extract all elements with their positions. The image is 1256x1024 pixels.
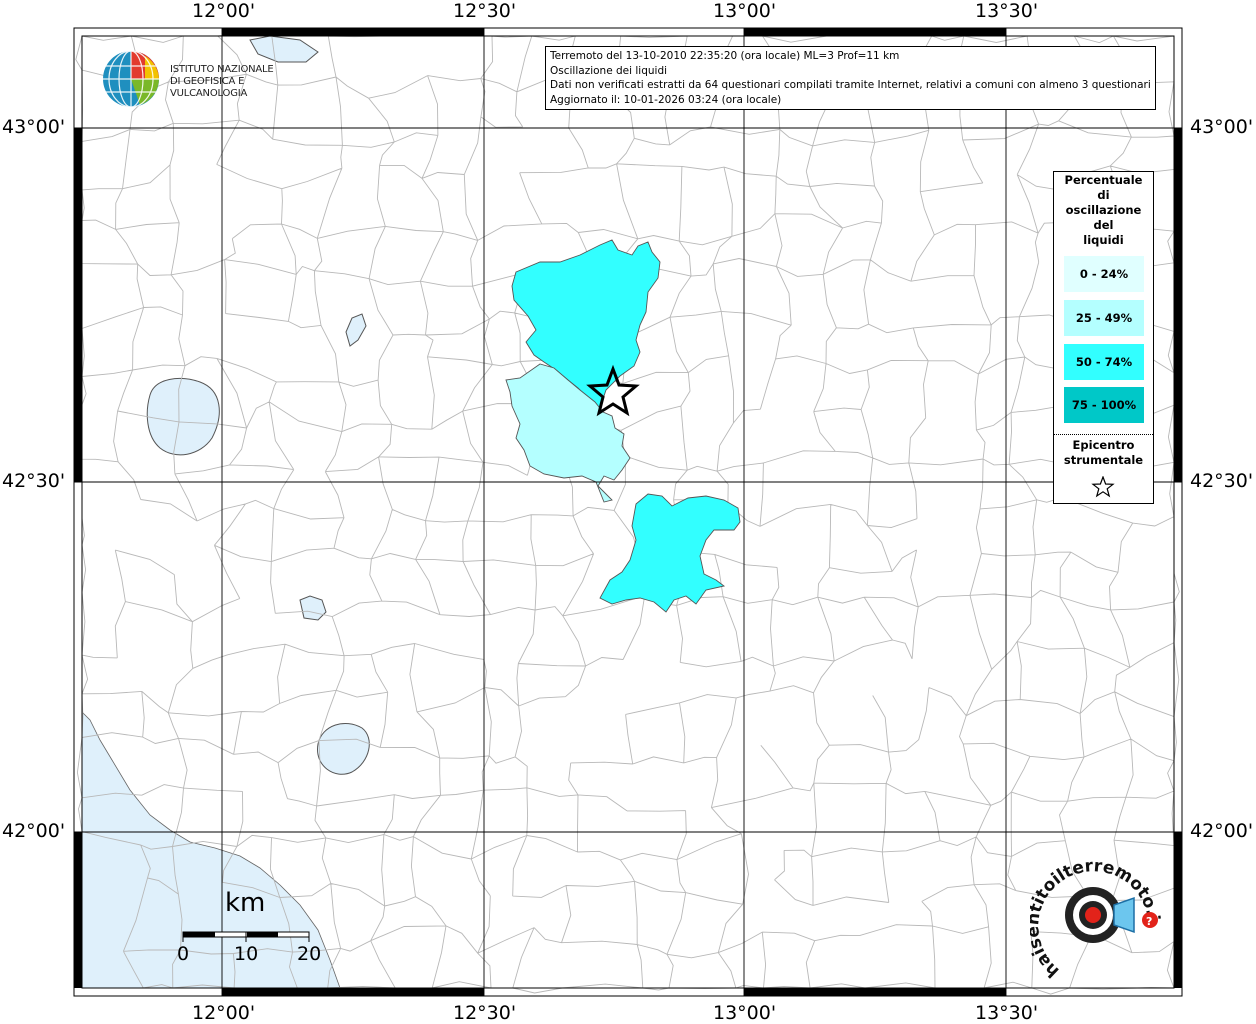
right-label-2: 42°30' (1190, 470, 1254, 492)
top-label-1: 12°00' (192, 0, 256, 22)
scale-tick-0: 0 (177, 943, 190, 965)
left-label-3: 42°00' (2, 820, 66, 842)
logo-line-2: DI GEOFISICA E VULCANOLOGIA (170, 76, 248, 99)
event-updated: Aggiornato il: 10-01-2026 03:24 (ora loc… (550, 93, 782, 106)
legend-epicenter-line: strumentale (1063, 453, 1144, 467)
scale-unit: km (225, 888, 266, 918)
legend-title-line: liquidi (1083, 233, 1124, 247)
globe-icon (103, 50, 159, 108)
top-label-2: 12°30' (453, 0, 517, 22)
lake-bracciano-small (299, 595, 327, 621)
left-label-2: 42°30' (2, 470, 66, 492)
right-label-1: 43°00' (1190, 116, 1254, 138)
bottom-label-2: 12°30' (453, 1002, 517, 1024)
bottom-label-4: 13°30' (975, 1002, 1039, 1024)
legend: Percentuale di oscillazione del liquidi … (1053, 171, 1154, 504)
lake-vico (317, 723, 370, 775)
event-data-note: Dati non verificati estratti da 64 quest… (550, 79, 1151, 91)
event-parameter: Oscillazione dei liquidi (550, 64, 668, 77)
lake-corbara (345, 313, 367, 347)
scale-tick-10: 10 (234, 943, 259, 965)
scale-tick-20: 20 (297, 943, 322, 965)
left-label-1: 43°00' (2, 116, 66, 138)
event-title: Terremoto del 13-10-2010 22:35:20 (ora l… (550, 50, 900, 62)
top-label-3: 13°00' (713, 0, 777, 22)
legend-separator (1054, 434, 1153, 435)
star-icon (1091, 476, 1115, 498)
legend-epicenter-label: Epicentro strumentale (1054, 438, 1153, 468)
haisentitoilterremoto-logo: haisentitoilterremoto.it www. ? (1030, 860, 1163, 981)
legend-swatch-75-100: 75 - 100% (1064, 387, 1144, 423)
bottom-label-3: 13°00' (713, 1002, 777, 1024)
legend-swatch-25-49: 25 - 49% (1064, 300, 1144, 336)
municipality-south (599, 493, 741, 613)
legend-title: Percentuale di oscillazione del liquidi (1054, 173, 1153, 248)
ingv-logo: ISTITUTO NAZIONALE DI GEOFISICA E VULCAN… (100, 48, 320, 110)
right-label-3: 42°00' (1190, 820, 1254, 842)
municipal-boundaries (75, 31, 1181, 995)
legend-title-line: oscillazione (1065, 203, 1142, 217)
lake-bolsena (146, 377, 220, 456)
legend-title-line: del (1093, 218, 1114, 232)
bottom-label-1: 12°00' (192, 1002, 256, 1024)
boundary-lines (75, 31, 1181, 995)
legend-title-line: Percentuale (1064, 173, 1143, 187)
map-frame (81, 35, 1175, 989)
legend-epicenter-line: Epicentro (1072, 438, 1135, 452)
event-info-box: Terremoto del 13-10-2010 22:35:20 (ora l… (545, 46, 1156, 110)
legend-swatch-0-24: 0 - 24% (1064, 256, 1144, 292)
svg-text:?: ? (1146, 915, 1152, 928)
legend-title-line: di (1097, 188, 1110, 202)
top-label-4: 13°30' (975, 0, 1039, 22)
logo-line-1: ISTITUTO NAZIONALE (170, 64, 274, 75)
legend-swatch-50-74: 50 - 74% (1064, 344, 1144, 380)
